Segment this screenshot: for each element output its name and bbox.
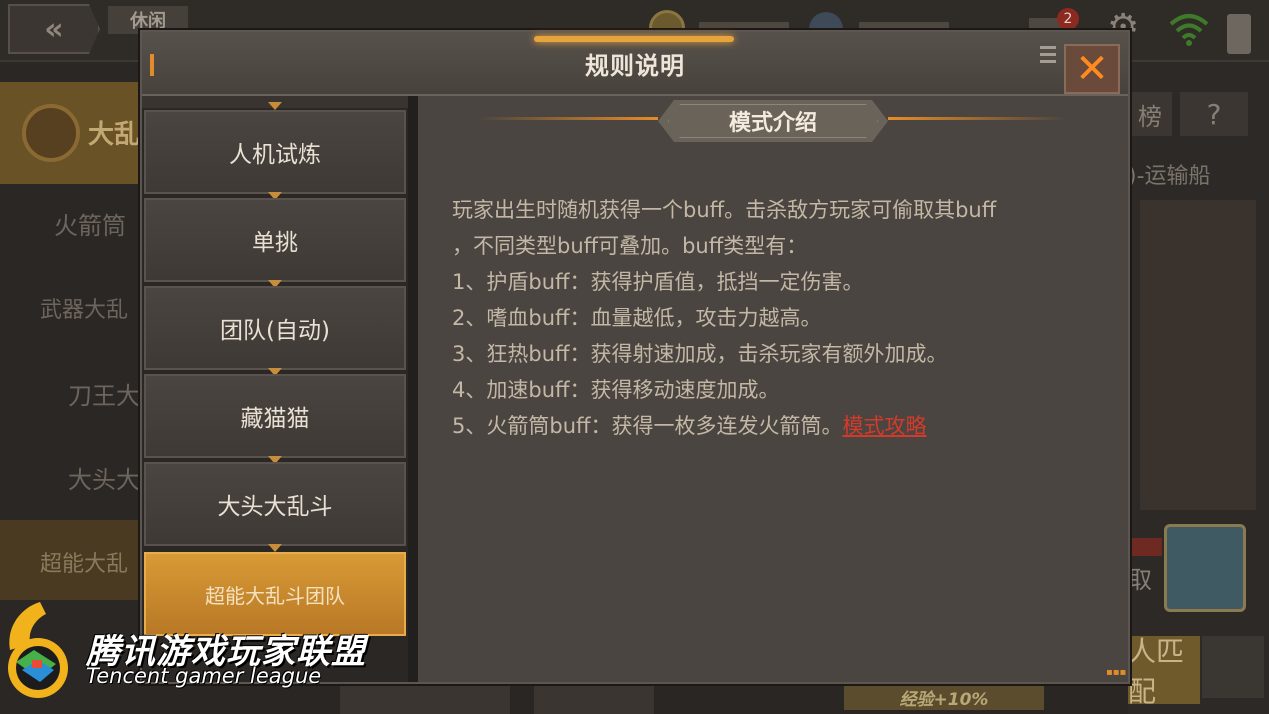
description-line: 4、加速buff：获得移动速度加成。 xyxy=(452,378,780,402)
rules-dialog: 规则说明 ✕ 人机试炼 单挑 团队(自动) 藏猫猫 大头大乱斗 超能大乱斗团队 … xyxy=(140,30,1130,684)
mail-badge: 2 xyxy=(1057,8,1079,30)
tab-solo[interactable]: 单挑 xyxy=(144,198,406,282)
back-double-chevron-icon: « xyxy=(44,11,64,47)
tab-label: 藏猫猫 xyxy=(240,406,310,432)
close-button[interactable]: ✕ xyxy=(1064,44,1120,94)
tab-divider xyxy=(408,96,418,682)
exp-bonus-badge: 经验+10% xyxy=(844,684,1044,710)
mode-description: 玩家出生时随机获得一个buff。击杀敌方玩家可偷取其buff ，不同类型buff… xyxy=(452,192,1102,444)
chevron-down-icon xyxy=(268,102,282,110)
section-line-right xyxy=(888,117,1068,120)
match-button[interactable]: 人匹配 xyxy=(1128,635,1200,708)
wifi-icon xyxy=(1169,14,1209,46)
bottom-button-1[interactable] xyxy=(340,684,510,714)
tab-hide-and-seek[interactable]: 藏猫猫 xyxy=(144,374,406,458)
section-line-left xyxy=(478,117,658,120)
tab-team-auto[interactable]: 团队(自动) xyxy=(144,286,406,370)
tab-label: 超能大乱斗团队 xyxy=(205,583,345,608)
reward-tag xyxy=(1128,538,1162,556)
rules-content-panel: 模式介绍 玩家出生时随机获得一个buff。击杀敌方玩家可偷取其buff ，不同类… xyxy=(418,96,1128,682)
battery-icon xyxy=(1227,14,1251,54)
strategy-link[interactable]: 模式攻略 xyxy=(842,414,926,438)
description-line: 3、狂热buff：获得射速加成，击杀玩家有额外加成。 xyxy=(452,342,948,366)
rank-button[interactable]: 榜 xyxy=(1128,92,1172,136)
description-line: 玩家出生时随机获得一个buff。击杀敌方玩家可偷取其buff xyxy=(452,198,997,222)
description-line: ，不同类型buff可叠加。buff类型有： xyxy=(452,234,808,258)
mode-tab-list: 人机试炼 单挑 团队(自动) 藏猫猫 大头大乱斗 超能大乱斗团队 xyxy=(142,96,408,682)
description-line-last: 5、火箭筒buff：获得一枚多连发火箭筒。模式攻略 xyxy=(452,408,1102,444)
help-button[interactable]: ? xyxy=(1180,92,1248,136)
extra-button[interactable] xyxy=(1202,636,1264,698)
tab-label: 团队(自动) xyxy=(220,318,330,344)
tab-label: 单挑 xyxy=(252,230,298,256)
tab-label: 大头大乱斗 xyxy=(217,494,333,520)
resize-corner-icon: ▪▪▪ xyxy=(1106,667,1127,678)
dialog-header: 规则说明 ✕ xyxy=(142,32,1128,96)
tab-pve-trial[interactable]: 人机试炼 xyxy=(144,110,406,194)
weapon-card-icon xyxy=(1164,524,1246,612)
tencent-gamer-league-logo xyxy=(8,602,68,698)
watermark-subtitle: Tencent gamer league xyxy=(86,664,322,688)
back-button[interactable]: « xyxy=(8,4,100,54)
description-line: 2、嗜血buff：血量越低，攻击力越高。 xyxy=(452,306,822,330)
chevron-down-icon xyxy=(268,544,282,552)
dialog-title: 规则说明 xyxy=(585,52,685,80)
tab-big-head-brawl[interactable]: 大头大乱斗 xyxy=(144,462,406,546)
claim-label[interactable]: 取 xyxy=(1128,560,1152,595)
tab-label: 人机试炼 xyxy=(229,142,321,168)
map-preview xyxy=(1140,200,1256,510)
section-title-frame xyxy=(668,104,878,138)
header-glow xyxy=(534,36,734,42)
menu-lines-icon xyxy=(1040,46,1056,66)
bottom-button-2[interactable] xyxy=(534,684,654,714)
map-name: )-运输船 xyxy=(1128,164,1211,189)
description-line: 5、火箭筒buff：获得一枚多连发火箭筒。 xyxy=(452,414,843,438)
close-x-icon: ✕ xyxy=(1075,46,1109,92)
mode-emblem-icon xyxy=(22,104,80,162)
mode-header-label: 大乱 xyxy=(88,120,141,150)
description-line: 1、护盾buff：获得护盾值，抵挡一定伤害。 xyxy=(452,270,864,294)
